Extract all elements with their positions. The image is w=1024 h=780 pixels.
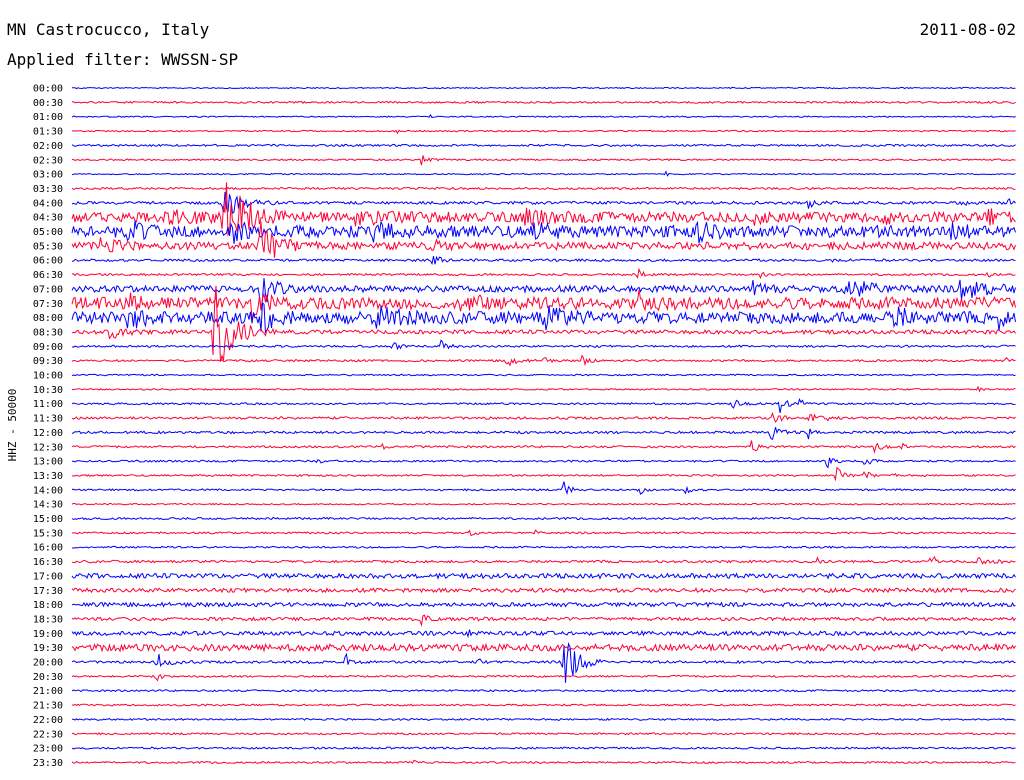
time-label: 14:30: [33, 500, 63, 511]
trace-group: [71, 86, 1016, 765]
trace-row: [71, 100, 1016, 104]
trace-row: [71, 516, 1016, 521]
trace-row: [71, 689, 1016, 693]
trace-row: [71, 373, 1016, 377]
trace-row: [72, 545, 1016, 549]
time-label: 22:00: [33, 715, 63, 726]
time-label: 18:30: [33, 614, 63, 625]
trace-row: [71, 129, 1016, 135]
time-label: 20:00: [33, 658, 63, 669]
time-label: 08:00: [33, 313, 63, 324]
time-label: 08:30: [33, 327, 63, 338]
time-label: 15:00: [33, 514, 63, 525]
time-label: 18:00: [33, 600, 63, 611]
trace-row: [72, 457, 1016, 469]
time-label: 10:00: [33, 371, 63, 382]
time-label: 03:00: [33, 170, 63, 181]
trace-row: [71, 732, 1016, 736]
time-label: 04:00: [33, 198, 63, 209]
time-label: 02:00: [33, 141, 63, 152]
trace-row: [71, 614, 1016, 627]
time-label: 03:30: [33, 184, 63, 195]
trace-row: [71, 255, 1016, 266]
trace-row: [71, 642, 1016, 653]
trace-row: [71, 572, 1016, 580]
time-label: 09:30: [33, 356, 63, 367]
time-label: 17:00: [33, 571, 63, 582]
trace-row: [71, 587, 1016, 594]
trace-row: [72, 717, 1016, 722]
time-label: 19:30: [33, 643, 63, 654]
trace-row: [71, 427, 1016, 441]
trace-row: [71, 289, 1016, 321]
time-label: 07:00: [33, 284, 63, 295]
time-label: 13:00: [33, 457, 63, 468]
time-label: 11:30: [33, 414, 63, 425]
time-label: 12:00: [33, 428, 63, 439]
time-label: 00:30: [33, 98, 63, 109]
trace-row: [71, 674, 1016, 682]
time-label: 21:00: [33, 686, 63, 697]
helicorder-chart: 00:00 00:30 01:00 01:30 02:00 02:30 03:00 03:30…: [6, 84, 1016, 769]
trace-row: [71, 411, 1016, 423]
trace-row: [71, 220, 1016, 244]
time-tick-labels: 00:00 00:30 01:00 01:30 02:00 02:30 03:00 03:30…: [33, 84, 63, 769]
trace-row: [71, 354, 1016, 367]
time-label: 09:00: [33, 342, 63, 353]
time-label: 17:30: [33, 586, 63, 597]
trace-row: [71, 703, 1016, 707]
time-label: 05:30: [33, 241, 63, 252]
trace-row: [71, 529, 1016, 537]
trace-row: [71, 481, 1016, 496]
trace-row: [71, 397, 1016, 413]
time-label: 23:30: [33, 758, 63, 769]
trace-row: [71, 191, 1016, 215]
time-label: 13:30: [33, 471, 63, 482]
time-label: 06:30: [33, 270, 63, 281]
trace-row: [71, 746, 1016, 750]
trace-row: [72, 86, 1016, 90]
time-label: 01:00: [33, 112, 63, 123]
trace-row: [71, 170, 1016, 177]
channel-label: HHZ - 50000: [6, 389, 19, 462]
time-label: 23:00: [33, 744, 63, 755]
trace-row: [71, 759, 1016, 765]
time-label: 20:30: [33, 672, 63, 683]
time-label: 06:00: [33, 256, 63, 267]
time-label: 07:30: [33, 299, 63, 310]
time-label: 14:00: [33, 485, 63, 496]
trace-row: [71, 182, 1016, 237]
time-label: 19:00: [33, 629, 63, 640]
time-label: 15:30: [33, 528, 63, 539]
time-label: 12:30: [33, 442, 63, 453]
trace-row: [71, 113, 1016, 119]
trace-row: [71, 629, 1016, 639]
time-label: 05:00: [33, 227, 63, 238]
time-label: 11:00: [33, 399, 63, 410]
time-label: 00:00: [33, 84, 63, 95]
time-label: 22:30: [33, 729, 63, 740]
trace-row: [71, 556, 1016, 565]
time-label: 01:30: [33, 127, 63, 138]
time-label: 02:30: [33, 155, 63, 166]
trace-row: [71, 186, 1016, 191]
time-label: 16:00: [33, 543, 63, 554]
trace-row: [71, 502, 1016, 506]
trace-row: [71, 221, 1016, 258]
trace-row: [71, 143, 1016, 148]
trace-row: [71, 601, 1016, 608]
trace-row: [71, 267, 1016, 280]
time-label: 04:30: [33, 213, 63, 224]
time-label: 16:30: [33, 557, 63, 568]
trace-row: [71, 466, 1016, 482]
trace-row: [71, 440, 1016, 454]
time-label: 10:30: [33, 385, 63, 396]
time-label: 21:30: [33, 701, 63, 712]
trace-row: [71, 155, 1016, 166]
trace-row: [71, 385, 1016, 393]
